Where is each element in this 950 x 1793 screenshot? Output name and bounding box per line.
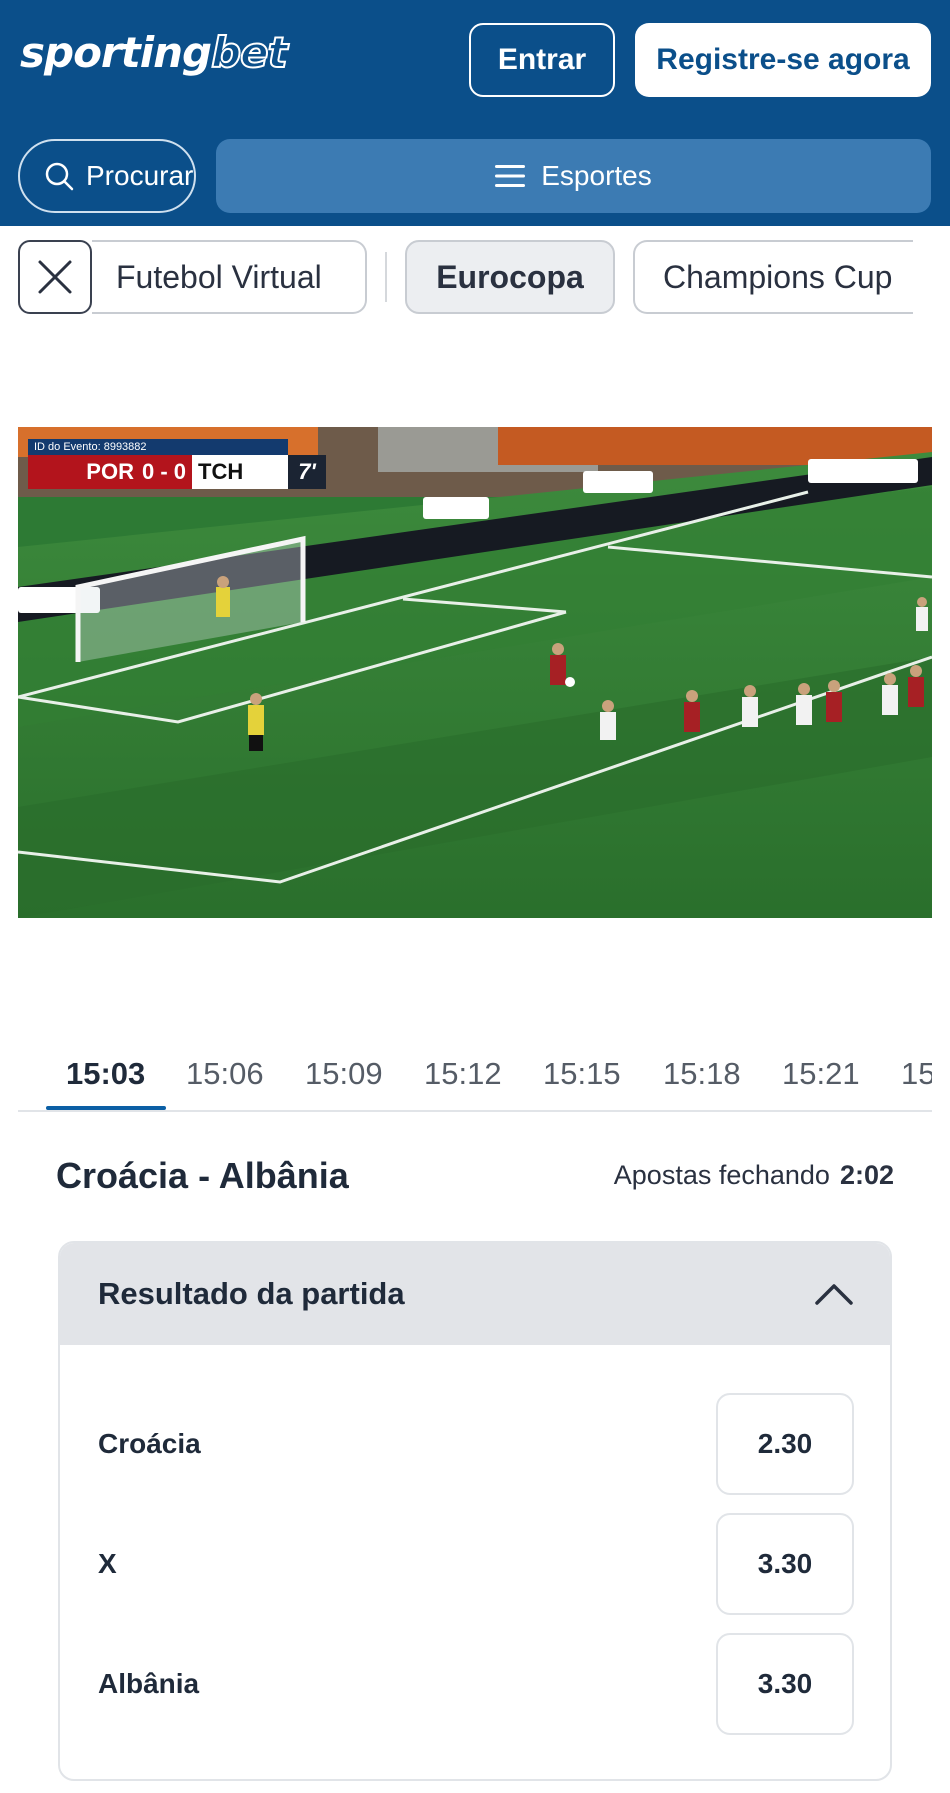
time-tab-1509[interactable]: 15:09 bbox=[305, 1056, 383, 1092]
sportingbet-logo[interactable]: sportingbet bbox=[20, 27, 289, 78]
close-icon bbox=[38, 260, 72, 294]
odds-button-albania[interactable]: 3.30 bbox=[716, 1633, 854, 1735]
logo-text-accent: bet bbox=[210, 27, 289, 78]
time-tab-1518[interactable]: 15:18 bbox=[663, 1056, 741, 1092]
search-icon bbox=[45, 162, 74, 191]
closing-label: Apostas fechando bbox=[613, 1160, 830, 1190]
register-button[interactable]: Registre-se agora bbox=[635, 23, 931, 97]
match-minute: 7' bbox=[288, 455, 326, 489]
live-video-stream[interactable]: ID do Evento: 8993882 POR 0 - 0 TCH 7' bbox=[18, 427, 932, 918]
match-title: Croácia - Albânia bbox=[56, 1155, 349, 1196]
time-tab-1521[interactable]: 15:21 bbox=[782, 1056, 860, 1092]
sports-menu-button[interactable]: Esportes bbox=[216, 139, 931, 213]
score-line: POR 0 - 0 TCH 7' bbox=[28, 455, 326, 489]
outcome-label-croacia: Croácia bbox=[98, 1428, 201, 1459]
active-tab-indicator bbox=[46, 1106, 166, 1110]
time-tab-1515[interactable]: 15:15 bbox=[543, 1056, 621, 1092]
market-header[interactable]: Resultado da partida bbox=[60, 1243, 890, 1345]
category-chip-futebol-virtual[interactable]: Futebol Virtual bbox=[92, 240, 367, 314]
event-time-tabs: 15:03 15:06 15:09 15:12 15:15 15:18 15:2… bbox=[18, 1040, 932, 1112]
search-placeholder: Procurar bbox=[86, 160, 194, 191]
time-tab-1506[interactable]: 15:06 bbox=[186, 1056, 264, 1092]
chip-divider bbox=[385, 252, 387, 302]
category-chip-eurocopa[interactable]: Eurocopa bbox=[405, 240, 615, 314]
login-button[interactable]: Entrar bbox=[469, 23, 615, 97]
bets-closing-timer: Apostas fechando 2:02 bbox=[614, 1160, 894, 1191]
score-home-block: POR 0 - 0 bbox=[28, 455, 192, 489]
outcome-row: X 3.30 bbox=[60, 1513, 890, 1615]
header: sportingbet Entrar Registre-se agora Pro… bbox=[0, 0, 950, 226]
match-video-frame bbox=[18, 427, 932, 918]
market-card: Resultado da partida Croácia 2.30 X 3.30… bbox=[58, 1241, 892, 1781]
scoreboard-overlay: ID do Evento: 8993882 POR 0 - 0 TCH 7' bbox=[28, 439, 326, 495]
outcome-label-albania: Albânia bbox=[98, 1668, 200, 1699]
category-chip-champions-cup[interactable]: Champions Cup bbox=[633, 240, 913, 314]
outcome-row: Croácia 2.30 bbox=[60, 1393, 890, 1495]
outcome-row: Albânia 3.30 bbox=[60, 1633, 890, 1735]
outcome-label-draw: X bbox=[98, 1548, 117, 1579]
away-team-code: TCH bbox=[192, 455, 288, 489]
event-id: ID do Evento: 8993882 bbox=[28, 439, 288, 455]
sports-menu-label: Esportes bbox=[541, 160, 652, 191]
time-tab-1512[interactable]: 15:12 bbox=[424, 1056, 502, 1092]
hamburger-menu-icon bbox=[495, 165, 526, 187]
odds-button-draw[interactable]: 3.30 bbox=[716, 1513, 854, 1615]
close-categories-button[interactable] bbox=[18, 240, 92, 314]
time-tab-1524[interactable]: 15:24 bbox=[901, 1056, 932, 1092]
search-input[interactable]: Procurar bbox=[18, 139, 196, 213]
closing-countdown: 2:02 bbox=[839, 1160, 894, 1190]
market-title: Resultado da partida bbox=[98, 1276, 405, 1311]
time-tab-1503[interactable]: 15:03 bbox=[66, 1056, 145, 1092]
chevron-up-icon[interactable] bbox=[814, 1282, 854, 1306]
match-score: 0 - 0 bbox=[141, 459, 186, 484]
logo-text-main: sporting bbox=[20, 28, 212, 77]
home-team-code: POR bbox=[86, 459, 134, 484]
odds-button-croacia[interactable]: 2.30 bbox=[716, 1393, 854, 1495]
